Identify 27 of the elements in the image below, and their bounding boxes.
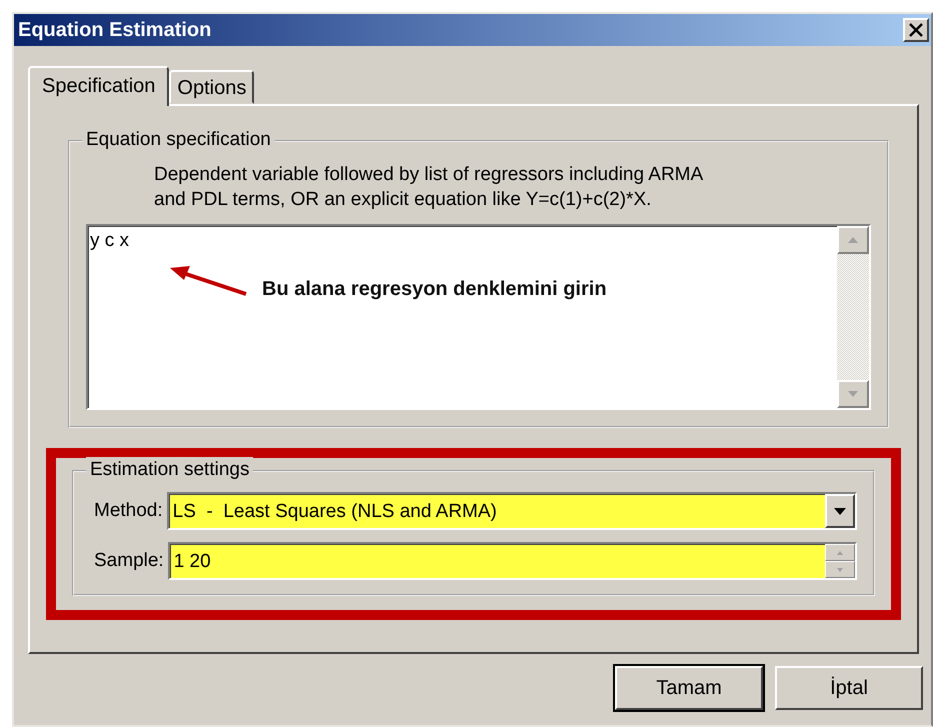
- close-button[interactable]: [903, 18, 929, 42]
- field-label: Method:: [94, 499, 163, 523]
- equation-field[interactable]: y c x Bu alana regresyon denklemini girin: [86, 224, 871, 410]
- spin-down-button[interactable]: [825, 561, 855, 578]
- window-title: Equation Estimation: [18, 18, 212, 43]
- spin-up-button[interactable]: [825, 544, 855, 561]
- dropdown-button[interactable]: [825, 494, 855, 528]
- annotation-text: Bu alana regresyon denklemini girin: [262, 278, 607, 300]
- equation-text: y c x: [90, 230, 130, 251]
- close-icon: [908, 23, 924, 37]
- ok-button[interactable]: Tamam: [615, 666, 763, 710]
- up-arrow-icon: [848, 237, 858, 243]
- hint-text: Dependent variable followed by list of regressors including ARMA: [154, 163, 704, 187]
- cancel-button[interactable]: İptal: [775, 666, 923, 710]
- up-arrow-icon: [837, 550, 843, 554]
- scroll-up-button[interactable]: [837, 226, 869, 254]
- down-arrow-icon: [837, 568, 843, 572]
- tab[interactable]: Specification: [28, 66, 170, 106]
- caret-icon: [834, 508, 846, 514]
- sample-field[interactable]: 1 20: [168, 542, 857, 580]
- scroll-down-button[interactable]: [837, 380, 869, 408]
- hint-text: and PDL terms, OR an explicit equation like Y=c(1)+c(2)*X.: [154, 188, 652, 212]
- scrollbar[interactable]: [837, 226, 869, 408]
- method-dropdown[interactable]: LS - Least Squares (NLS and ARMA): [166, 492, 857, 530]
- down-arrow-icon: [848, 391, 858, 397]
- tab[interactable]: Options: [169, 70, 254, 104]
- field-label: Sample:: [94, 549, 164, 573]
